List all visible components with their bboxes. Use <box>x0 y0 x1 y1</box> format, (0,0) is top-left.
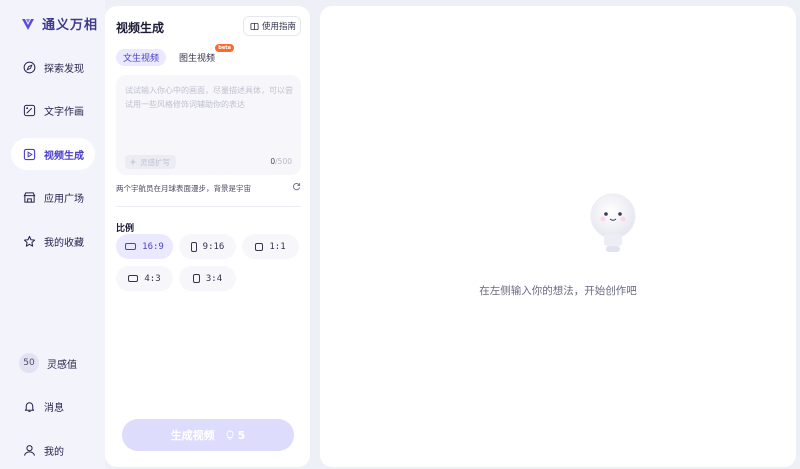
ratio-option-4-3[interactable]: 4:3 <box>116 266 173 291</box>
prompt-input[interactable]: 试试输入你心中的画面，尽量描述具体，可以尝试用一些风格修饰词辅助你的表达 灵感扩… <box>116 75 301 175</box>
book-icon <box>250 22 259 30</box>
bell-icon <box>24 401 35 412</box>
sidebar: 通义万相 探索发现 文字作画 视频生成 应用广场 我的收藏 50 灵感值 消息 … <box>0 0 105 469</box>
sidebar-item-label: 我的收藏 <box>44 237 84 249</box>
divider <box>116 206 301 207</box>
mode-tabs: 文生视频 图生视频 beta <box>116 44 235 66</box>
sidebar-item-favorites[interactable]: 我的收藏 <box>11 225 95 257</box>
star-icon <box>23 235 36 247</box>
sidebar-item-label: 消息 <box>44 402 64 414</box>
tab-label: 文生视频 <box>123 54 160 64</box>
tab-label: 图生视频 <box>179 54 216 64</box>
app-logo[interactable]: 通义万相 <box>20 14 98 33</box>
sidebar-item-label: 我的 <box>44 446 64 458</box>
video-icon <box>23 148 36 160</box>
expand-label: 灵感扩写 <box>140 157 170 167</box>
sidebar-item-text-to-image[interactable]: 文字作画 <box>11 94 95 126</box>
landscape-ratio-icon <box>128 275 139 282</box>
prompt-suggestion[interactable]: 两个宇航员在月球表面漫步，背景是宇宙 <box>116 183 251 194</box>
beta-badge: beta <box>215 44 235 52</box>
ratio-option-16-9[interactable]: 16:9 <box>116 234 173 259</box>
credits-display[interactable]: 50 灵感值 <box>11 347 95 379</box>
inspiration-expand-button[interactable]: 灵感扩写 <box>125 155 176 169</box>
video-settings-panel: 视频生成 使用指南 文生视频 图生视频 beta 试试输入你心中的画面，尽量描述… <box>105 6 310 467</box>
app-name: 通义万相 <box>42 18 99 33</box>
credits-label: 灵感值 <box>47 359 77 371</box>
credits-value: 50 <box>19 353 39 373</box>
ratio-section-label: 比例 <box>116 224 135 234</box>
generate-video-button[interactable]: 生成视频 5 <box>122 419 294 451</box>
portrait-ratio-icon <box>190 241 197 252</box>
sidebar-item-explore[interactable]: 探索发现 <box>11 51 95 83</box>
sidebar-item-video[interactable]: 视频生成 <box>11 138 95 170</box>
landscape-ratio-icon <box>125 243 137 250</box>
generate-cost: 5 <box>225 428 246 442</box>
ratio-label: 4:3 <box>144 273 161 284</box>
ratio-label: 1:1 <box>269 241 286 252</box>
sidebar-item-profile[interactable]: 我的 <box>11 434 95 466</box>
image-edit-icon <box>23 104 36 116</box>
generate-label: 生成视频 <box>170 429 215 442</box>
generate-cost-value: 5 <box>237 428 246 442</box>
lightbulb-icon <box>226 430 234 440</box>
sidebar-item-messages[interactable]: 消息 <box>11 390 95 422</box>
ratio-label: 3:4 <box>205 273 223 284</box>
sidebar-item-label: 应用广场 <box>44 193 84 205</box>
tab-text-to-video[interactable]: 文生视频 <box>116 49 167 66</box>
square-ratio-icon <box>255 242 264 251</box>
ratio-option-3-4[interactable]: 3:4 <box>179 266 236 291</box>
refresh-icon[interactable] <box>292 182 301 191</box>
sidebar-item-label: 视频生成 <box>44 150 84 162</box>
logo-icon <box>22 18 34 30</box>
panel-title: 视频生成 <box>116 21 165 35</box>
sidebar-item-label: 文字作画 <box>44 106 84 118</box>
char-counter: 0/500 <box>270 157 292 166</box>
portrait-ratio-icon <box>192 274 200 283</box>
app-store-icon <box>23 191 36 203</box>
ratio-option-9-16[interactable]: 9:16 <box>179 234 236 259</box>
preview-area: 在左侧输入你的想法，开始创作吧 <box>320 6 796 467</box>
sidebar-item-label: 探索发现 <box>44 63 84 75</box>
sidebar-item-app-store[interactable]: 应用广场 <box>11 181 95 213</box>
ratio-label: 9:16 <box>202 241 225 252</box>
lightbulb-illustration-icon <box>590 193 636 252</box>
ratio-label: 16:9 <box>142 241 164 252</box>
char-max: /500 <box>275 157 292 166</box>
user-guide-label: 使用指南 <box>262 22 297 32</box>
user-guide-button[interactable]: 使用指南 <box>243 16 301 36</box>
ratio-option-1-1[interactable]: 1:1 <box>242 234 299 259</box>
prompt-placeholder: 试试输入你心中的画面，尽量描述具体，可以尝试用一些风格修饰词辅助你的表达 <box>125 86 293 109</box>
sparkle-icon <box>129 158 137 166</box>
compass-icon <box>23 61 36 73</box>
empty-state-text: 在左侧输入你的想法，开始创作吧 <box>479 285 637 297</box>
tab-image-to-video[interactable]: 图生视频 beta <box>172 44 235 66</box>
user-icon <box>24 444 35 456</box>
